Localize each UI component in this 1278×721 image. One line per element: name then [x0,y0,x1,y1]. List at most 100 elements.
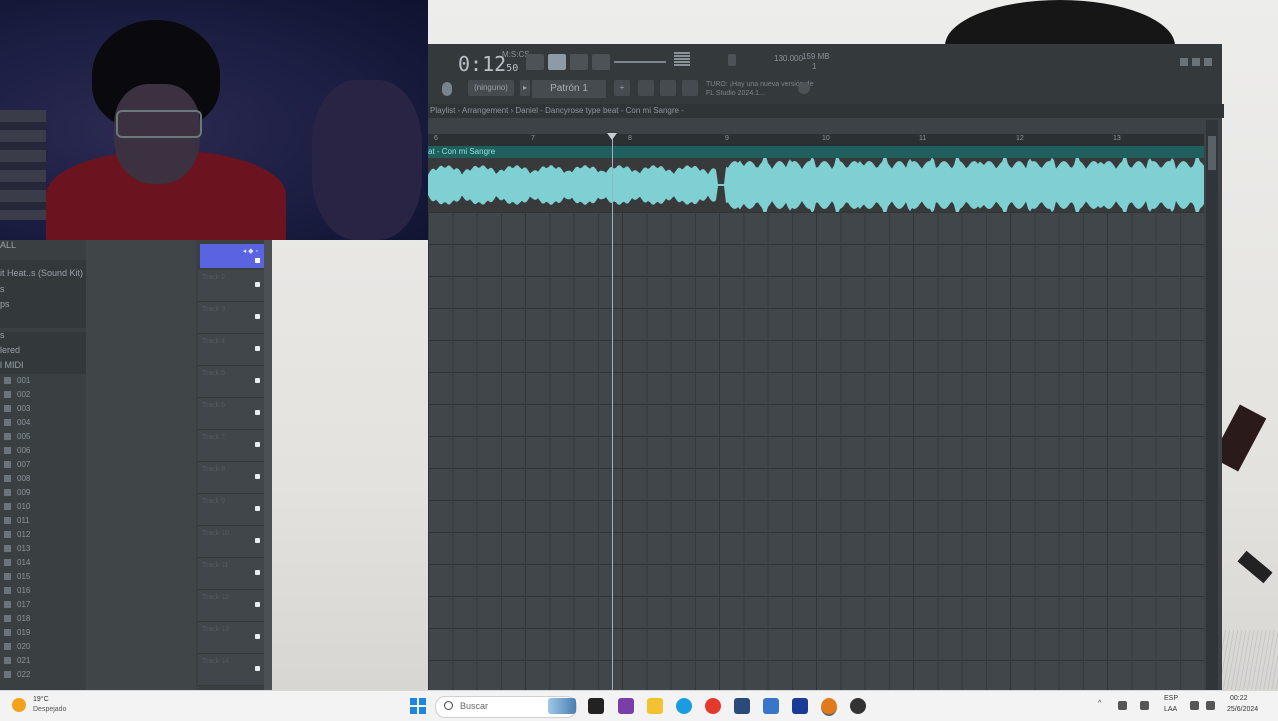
browser-item[interactable]: s [0,284,5,294]
mic-tray-icon[interactable] [1140,701,1149,710]
pitch-knob[interactable] [728,54,736,66]
weather-temperature[interactable]: 19°C [33,696,49,703]
browser-folder[interactable]: 013 [4,542,84,556]
track-mute-dot[interactable] [255,474,260,479]
browser-folder[interactable]: 007 [4,458,84,472]
browser-folder[interactable]: 014 [4,556,84,570]
fl-studio-icon[interactable] [821,698,837,716]
browser-folder[interactable]: 001 [4,374,84,388]
tool-button[interactable] [682,80,698,96]
file-explorer-icon[interactable] [647,698,663,714]
pattern-selector[interactable]: Patrón 1 [532,80,606,98]
track-mute-dot[interactable] [255,570,260,575]
pattern-song-toggle[interactable] [526,54,544,70]
track-header[interactable]: Track 7 [198,430,264,462]
vertical-scrollbar[interactable] [1206,120,1218,690]
audio-clip-header[interactable]: at - Con mi Sangre [428,146,1204,158]
browser-folder[interactable]: 021 [4,654,84,668]
widgets-icon[interactable] [618,698,634,714]
clock-date[interactable]: 25/6/2024 [1227,706,1258,713]
browser-folder[interactable]: 003 [4,402,84,416]
edge-icon[interactable] [676,698,692,714]
track-header[interactable]: Track 9 [198,494,264,526]
snap-arrow-icon[interactable]: ▸ [520,80,530,96]
timeline-ruler[interactable]: 6 7 8 9 10 11 12 13 [428,134,1204,146]
track-header[interactable]: Track 6 [198,398,264,430]
track-header[interactable]: Track 13 [198,622,264,654]
track-controls-icon[interactable]: ◂ ◆ ▫ [243,247,258,255]
browser-folder[interactable]: 005 [4,430,84,444]
start-button[interactable] [410,698,426,714]
search-highlight-icon[interactable] [548,698,576,714]
browser-folder[interactable]: 012 [4,528,84,542]
browser-folder[interactable]: 018 [4,612,84,626]
browser-folder[interactable]: 004 [4,416,84,430]
track-header[interactable]: Track 4 [198,334,264,366]
play-button[interactable] [548,54,566,70]
track-header[interactable]: Track 14 [198,654,264,686]
close-icon[interactable] [1204,58,1212,66]
track-mute-dot[interactable] [255,602,260,607]
microphone-icon[interactable] [442,82,452,96]
network-tray-icon[interactable] [1118,701,1127,710]
browser-item[interactable]: s [0,330,5,340]
task-view-icon[interactable] [588,698,604,714]
record-button[interactable] [592,54,610,70]
browser-item[interactable]: it Heat..s (Sound Kit) [0,268,83,278]
track-mute-dot[interactable] [255,258,260,263]
playhead-marker[interactable] [607,133,617,140]
browser-folder[interactable]: 010 [4,500,84,514]
track-header[interactable]: Track 11 [198,558,264,590]
scrollbar-thumb[interactable] [1208,136,1216,170]
language-top[interactable]: ESP [1164,695,1178,702]
audio-clip-waveform[interactable] [428,158,1204,212]
browser-folder[interactable]: 016 [4,584,84,598]
browser-folder[interactable]: 011 [4,514,84,528]
minimize-icon[interactable] [1180,58,1188,66]
wifi-tray-icon[interactable] [1190,701,1199,710]
track-header[interactable]: Track 8 [198,462,264,494]
track-header[interactable]: Track 3 [198,302,264,334]
browser-item[interactable]: ALL [0,240,16,250]
obs-icon[interactable] [850,698,866,714]
browser-item[interactable]: l MIDI [0,360,24,370]
browser-folder[interactable]: 017 [4,598,84,612]
track-header[interactable]: Track 10 [198,526,264,558]
volume-tray-icon[interactable] [1206,701,1215,710]
stop-button[interactable] [570,54,588,70]
chrome-icon[interactable] [705,698,721,714]
playlist-grid[interactable] [428,212,1204,690]
snap-selector[interactable]: (ninguno) [468,80,514,96]
weather-condition[interactable]: Despejado [33,706,66,713]
store-icon[interactable] [734,698,750,714]
track-header[interactable]: Track 12 [198,590,264,622]
track-resize-handle[interactable] [264,240,272,690]
track-mute-dot[interactable] [255,506,260,511]
browser-folder[interactable]: 002 [4,388,84,402]
browser-folder[interactable]: 019 [4,626,84,640]
track-mute-dot[interactable] [255,314,260,319]
browser-folder[interactable]: 009 [4,486,84,500]
browser-folder[interactable]: 015 [4,570,84,584]
browser-folder[interactable]: 008 [4,472,84,486]
browser-folder[interactable]: 022 [4,668,84,682]
track-mute-dot[interactable] [255,378,260,383]
track-mute-dot[interactable] [255,410,260,415]
browser-folder[interactable]: 020 [4,640,84,654]
browser-folder[interactable]: 006 [4,444,84,458]
pattern-add-button[interactable]: + [614,80,630,96]
track-mute-dot[interactable] [255,442,260,447]
clock-time[interactable]: 00:22 [1230,695,1248,702]
tempo-display[interactable]: 130.000 [774,54,803,63]
track-mute-dot[interactable] [255,282,260,287]
language-bottom[interactable]: LAA [1164,706,1177,713]
track-mute-dot[interactable] [255,634,260,639]
track-mute-dot[interactable] [255,538,260,543]
online-icon[interactable] [798,82,810,94]
weather-sun-icon[interactable] [12,698,26,712]
track-mute-dot[interactable] [255,346,260,351]
tool-button[interactable] [660,80,676,96]
track-header[interactable]: Track 5 [198,366,264,398]
track-1-header-selected[interactable]: ◂ ◆ ▫ [200,244,264,268]
browser-item[interactable]: ps [0,299,10,309]
